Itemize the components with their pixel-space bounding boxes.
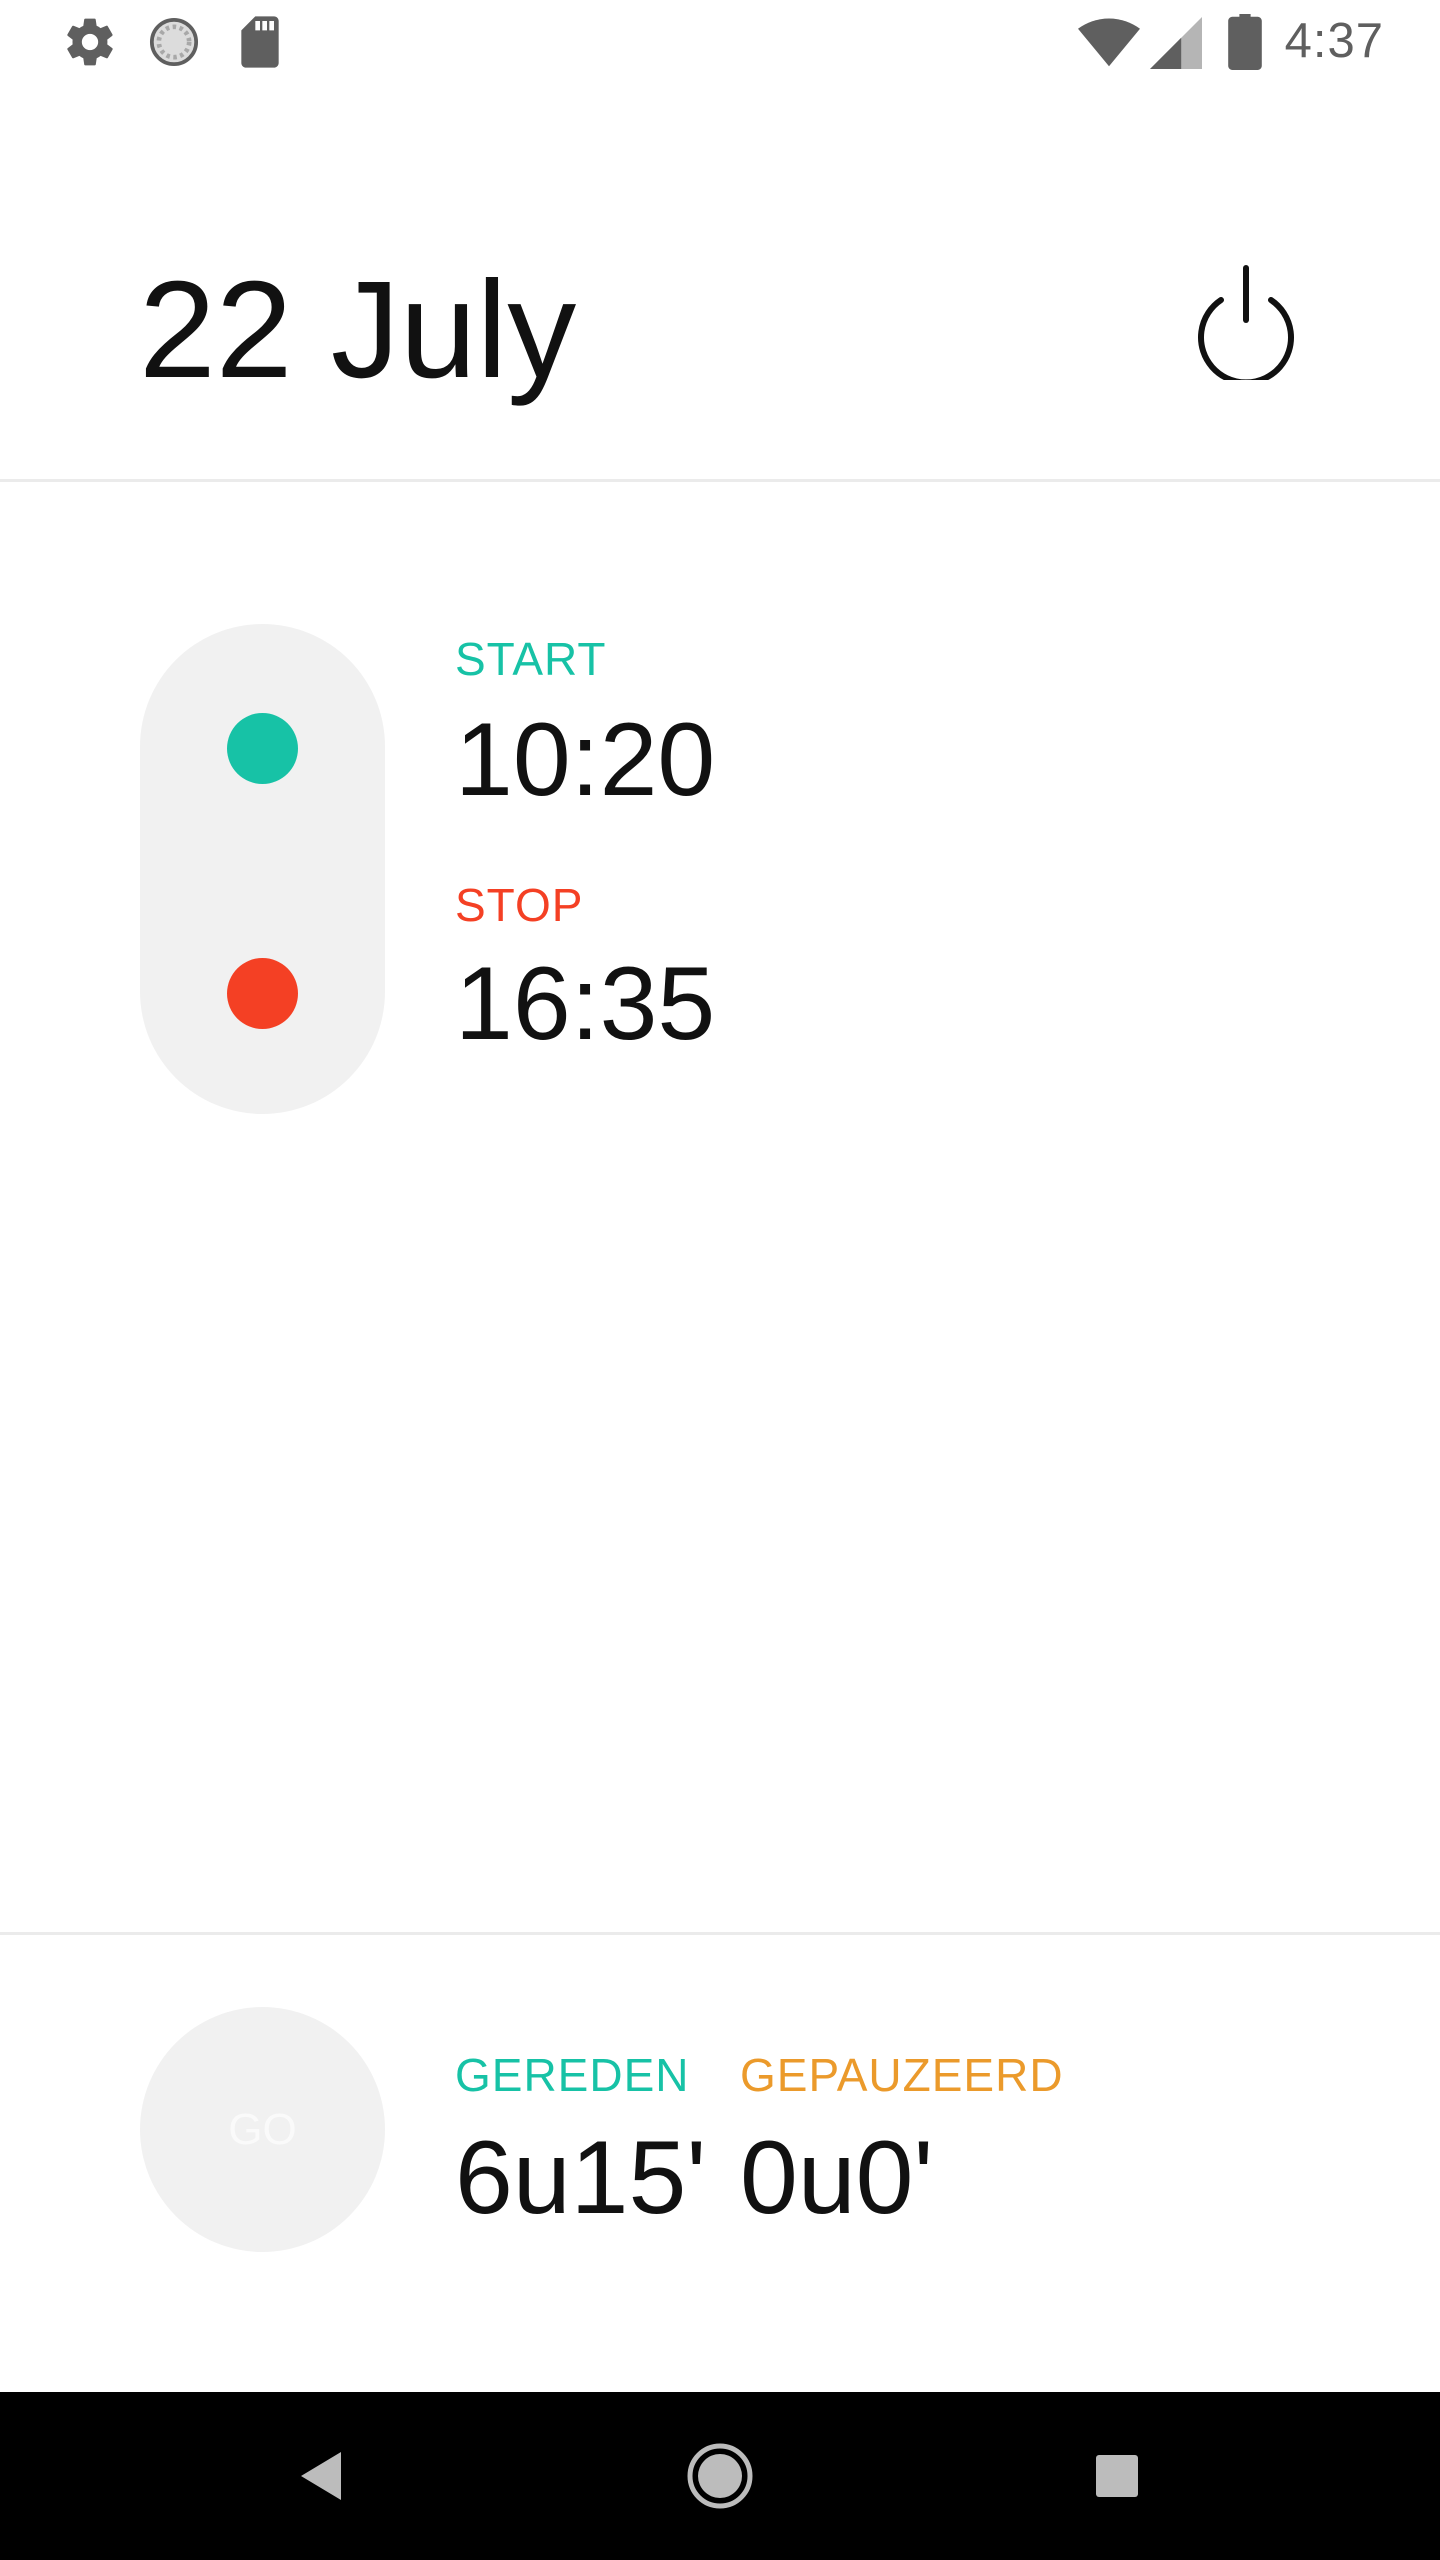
start-label: START [455, 633, 607, 685]
start-dot [227, 713, 298, 784]
home-icon [687, 2443, 753, 2509]
wifi-icon [1078, 18, 1140, 67]
stop-dot [227, 958, 298, 1029]
summary-divider [0, 1932, 1440, 1935]
paused-value: 0u0' [740, 2120, 934, 2236]
power-button[interactable] [1186, 260, 1306, 380]
driven-label: GEREDEN [455, 2049, 690, 2101]
signal-icon [1150, 17, 1202, 69]
start-time[interactable]: 10:20 [455, 700, 715, 820]
back-icon [301, 2452, 341, 2500]
sync-icon [149, 17, 199, 67]
recents-button[interactable] [1067, 2426, 1167, 2526]
navigation-bar [0, 2392, 1440, 2560]
driven-value: 6u15' [455, 2120, 707, 2236]
status-bar: 4:37 [0, 0, 1440, 84]
header: 22 July [0, 180, 1440, 480]
paused-label: GEPAUZEERD [740, 2049, 1064, 2101]
page-title: 22 July [139, 253, 577, 407]
back-button[interactable] [270, 2426, 370, 2526]
recents-icon [1096, 2455, 1138, 2497]
stop-time[interactable]: 16:35 [455, 944, 715, 1064]
header-divider [0, 479, 1440, 482]
status-time: 4:37 [1284, 14, 1384, 68]
gear-icon [67, 18, 113, 66]
stop-label: STOP [455, 879, 584, 931]
power-icon [1198, 265, 1294, 380]
sd-card-icon [241, 16, 279, 68]
home-button[interactable] [670, 2426, 770, 2526]
time-indicator-pill [140, 624, 385, 1114]
go-button[interactable]: GO [140, 2007, 385, 2252]
battery-icon [1228, 14, 1262, 70]
screen: 4:37 22 July START 10:20 STOP 16:35 GO G… [0, 0, 1440, 2560]
